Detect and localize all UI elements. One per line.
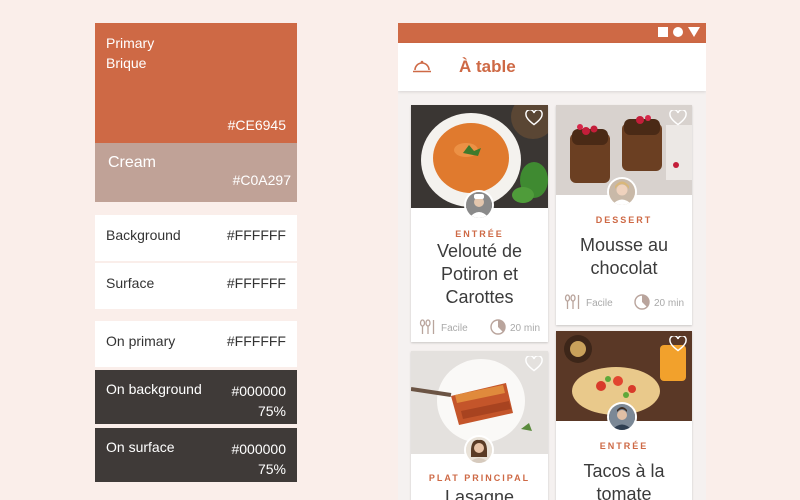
swatch-name-line1: Primary [106, 35, 155, 51]
utensils-icon [419, 319, 437, 338]
swatch-name: On background [106, 381, 202, 397]
recipe-title: Lasagne [444, 487, 515, 500]
swatch-on-background: On background #000000 75% [95, 370, 297, 424]
swatch-hex: #FFFFFF [226, 227, 286, 243]
swatch-hex: #FFFFFF [226, 333, 286, 349]
phone-screen: À table ENTRÉE Velouté de Potiron et Car… [398, 23, 706, 500]
recipe-category: PLAT PRINCIPAL [428, 473, 531, 483]
recipe-category: ENTRÉE [599, 441, 649, 451]
swatch-name: Background [106, 227, 181, 243]
recipe-category: DESSERT [595, 215, 653, 225]
recipe-card[interactable]: ENTRÉE Velouté de Potiron et Carottes Fa… [411, 105, 548, 342]
swatch-name: On surface [106, 439, 175, 455]
swatch-opacity: 75% [257, 403, 286, 419]
swatch-hex-block: #000000 75% [231, 439, 286, 479]
square-icon [658, 27, 668, 37]
recipe-card[interactable]: ENTRÉE Tacos à la tomate [556, 331, 692, 500]
swatch-hex: #000000 [231, 441, 286, 457]
utensils-icon [564, 294, 582, 313]
swatch-opacity: 75% [257, 461, 286, 477]
status-icons [658, 27, 700, 37]
difficulty-label: Facile [586, 298, 613, 309]
swatch-hex: #CE6945 [227, 117, 286, 133]
swatch-hex-block: #000000 75% [231, 381, 286, 421]
swatch-name-line2: Brique [106, 55, 147, 71]
swatch-name: On primary [106, 333, 176, 349]
chef-avatar [607, 177, 637, 207]
swatch-hex: #000000 [231, 383, 286, 399]
swatch-on-surface: On surface #000000 75% [95, 428, 297, 482]
swatch-hex: #C0A297 [232, 172, 291, 188]
recipe-card[interactable]: PLAT PRINCIPAL Lasagne [411, 351, 548, 500]
heart-icon[interactable] [669, 109, 687, 131]
recipe-card[interactable]: DESSERT Mousse au chocolat Facile 20 min [556, 105, 692, 325]
cloche-icon[interactable] [412, 59, 432, 80]
heart-icon[interactable] [669, 335, 687, 357]
chef-avatar [464, 190, 494, 220]
swatch-on-primary: On primary #FFFFFF [95, 321, 297, 367]
app-bar: À table [398, 43, 706, 91]
chef-avatar [464, 435, 494, 465]
timer-icon [634, 294, 650, 313]
status-bar [398, 23, 706, 43]
heart-icon[interactable] [525, 355, 543, 377]
time-label: 20 min [653, 298, 684, 309]
recipe-title: Mousse au chocolat [579, 235, 669, 278]
difficulty-label: Facile [441, 323, 468, 334]
recipe-meta: Facile 20 min [419, 319, 540, 337]
swatch-primary-brique: Primary Brique #CE6945 [95, 23, 297, 143]
heart-icon[interactable] [525, 109, 543, 131]
app-title: À table [459, 57, 516, 76]
time-label: 20 min [509, 323, 540, 334]
swatch-name: Primary Brique [106, 33, 154, 73]
swatch-surface: Surface #FFFFFF [95, 263, 297, 309]
swatch-background: Background #FFFFFF [95, 215, 297, 261]
swatch-name: Cream [108, 154, 157, 171]
swatch-hex: #FFFFFF [226, 275, 286, 291]
recipe-title: Velouté de Potiron et Carottes [436, 241, 523, 307]
recipe-meta: Facile 20 min [564, 294, 684, 312]
swatch-name: Surface [106, 275, 155, 291]
triangle-icon [688, 27, 700, 37]
chef-avatar [607, 402, 637, 432]
swatch-cream: Cream #C0A297 [95, 143, 297, 202]
timer-icon [490, 319, 506, 338]
recipe-title: Tacos à la tomate [583, 461, 665, 500]
recipe-category: ENTRÉE [455, 229, 504, 239]
circle-icon [673, 27, 683, 37]
